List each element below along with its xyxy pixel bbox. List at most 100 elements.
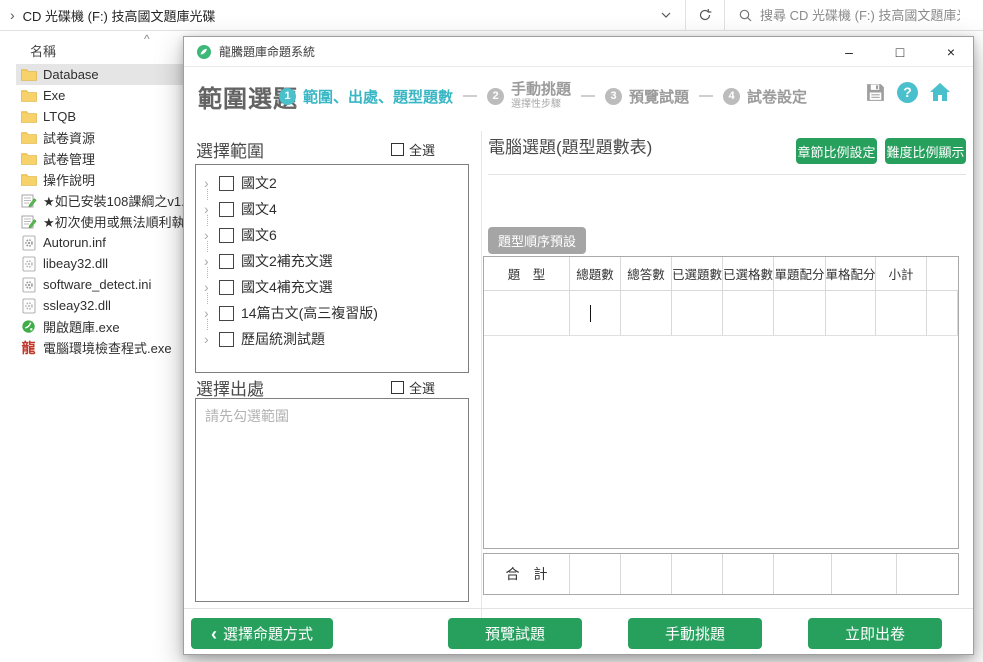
file-row[interactable]: 試卷管理 <box>16 148 183 169</box>
step-4-badge[interactable]: 4 <box>723 88 740 105</box>
file-row[interactable]: ★初次使用或無法順利執行 <box>16 211 183 232</box>
file-row[interactable]: libeay32.dll <box>16 253 183 274</box>
table-header-row: 題 型 總題數 總答數 已選題數 已選格數 單題配分 單格配分 小計 <box>484 257 958 291</box>
tree-item[interactable]: › 國文2 <box>204 173 277 193</box>
difficulty-ratio-button[interactable]: 難度比例顯示 <box>885 138 966 164</box>
cell-total-answers[interactable] <box>621 291 672 335</box>
checkbox-icon[interactable] <box>219 202 234 217</box>
maximize-button[interactable]: □ <box>878 37 922 67</box>
chevron-right-icon[interactable]: › <box>204 175 212 191</box>
cell-empty[interactable] <box>927 291 958 335</box>
file-row[interactable]: 操作說明 <box>16 169 183 190</box>
file-row[interactable]: Autorun.inf <box>16 232 183 253</box>
tree-item-label: 國文2 <box>241 173 277 193</box>
search-box[interactable] <box>725 0 983 30</box>
cell-selected-blanks[interactable] <box>723 291 774 335</box>
column-header-name[interactable]: 名稱 <box>30 41 56 60</box>
checkbox-icon[interactable] <box>219 280 234 295</box>
manual-pick-button[interactable]: 手動挑題 <box>628 618 762 649</box>
chevron-right-icon[interactable]: › <box>204 253 212 269</box>
refresh-button[interactable] <box>686 0 724 30</box>
chevron-right-icon[interactable]: › <box>204 227 212 243</box>
step-2-badge[interactable]: 2 <box>487 88 504 105</box>
source-select-all[interactable]: 全選 <box>391 378 435 397</box>
file-row[interactable]: software_detect.ini <box>16 274 183 295</box>
tree-item-label: 歷屆統測試題 <box>241 329 325 349</box>
file-name: Autorun.inf <box>43 235 106 250</box>
table-data-row[interactable] <box>484 291 958 336</box>
checkbox-icon[interactable] <box>219 228 234 243</box>
cell-total-questions[interactable] <box>570 291 621 335</box>
folder-icon <box>20 67 37 83</box>
tree-item[interactable]: › 國文4補充文選 <box>204 277 333 297</box>
file-row[interactable]: LTQB <box>16 106 183 127</box>
file-name: libeay32.dll <box>43 256 108 271</box>
file-row[interactable]: Database <box>16 64 183 85</box>
question-order-badge[interactable]: 題型順序預設 <box>488 227 586 254</box>
step-1-label[interactable]: 範圍、出處、題型題數 <box>303 86 453 107</box>
tree-item-label: 14篇古文(高三複習版) <box>241 303 378 323</box>
cell-subtotal[interactable] <box>876 291 927 335</box>
cell-selected-questions[interactable] <box>672 291 723 335</box>
search-input[interactable] <box>760 8 960 23</box>
range-tree-box: › 國文2 › 國文4 › 國文6 › 國文2補充文選 <box>195 164 469 373</box>
cell-points-per-question[interactable] <box>774 291 826 335</box>
file-row[interactable]: ssleay32.dll <box>16 295 183 316</box>
checkbox-icon[interactable] <box>219 306 234 321</box>
step-3-label[interactable]: 預覽試題 <box>629 86 689 107</box>
file-row[interactable]: 試卷資源 <box>16 127 183 148</box>
checkbox-icon[interactable] <box>219 254 234 269</box>
save-icon <box>865 82 886 103</box>
tree-item[interactable]: › 國文6 <box>204 225 277 245</box>
preview-questions-button[interactable]: 預覽試題 <box>448 618 582 649</box>
checkbox-icon[interactable] <box>391 381 404 394</box>
folder-icon <box>20 172 37 188</box>
cell-points-per-blank[interactable] <box>826 291 876 335</box>
sort-ascending-icon[interactable]: ^ <box>144 32 150 46</box>
generate-paper-button[interactable]: 立即出卷 <box>808 618 942 649</box>
tree-item[interactable]: › 國文4 <box>204 199 277 219</box>
address-dropdown-button[interactable] <box>647 0 685 30</box>
tree-item[interactable]: › 國文2補充文選 <box>204 251 333 271</box>
checkbox-icon[interactable] <box>391 143 404 156</box>
step-4-label[interactable]: 試卷設定 <box>747 86 807 107</box>
file-name: 試卷資源 <box>43 128 95 147</box>
close-button[interactable]: × <box>929 37 973 67</box>
breadcrumb[interactable]: CD 光碟機 (F:) 技高國文題庫光碟 <box>23 6 216 25</box>
checkbox-icon[interactable] <box>219 176 234 191</box>
file-row[interactable]: 開啟題庫.exe <box>16 316 183 337</box>
tree-item[interactable]: › 歷屆統測試題 <box>204 329 325 349</box>
chevron-right-icon[interactable]: › <box>204 305 212 321</box>
app-title-bar[interactable]: 龍騰題庫命題系統 – □ × <box>184 37 973 67</box>
back-button[interactable]: ‹ 選擇命題方式 <box>191 618 333 649</box>
file-name: software_detect.ini <box>43 277 151 292</box>
file-row[interactable]: 龍 電腦環境檢查程式.exe <box>16 337 183 358</box>
file-row[interactable]: Exe <box>16 85 183 106</box>
totals-cell <box>723 554 774 594</box>
home-icon <box>929 82 951 102</box>
dll-file-icon <box>20 256 37 272</box>
step-3-badge[interactable]: 3 <box>605 88 622 105</box>
chapter-ratio-button[interactable]: 章節比例設定 <box>796 138 877 164</box>
chevron-right-icon[interactable]: › <box>204 279 212 295</box>
step-separator <box>463 95 477 97</box>
home-button[interactable] <box>929 81 951 103</box>
tree-item[interactable]: › 14篇古文(高三複習版) <box>204 303 378 323</box>
range-select-all[interactable]: 全選 <box>391 140 435 159</box>
folder-icon <box>20 130 37 146</box>
header-points-per-blank: 單格配分 <box>826 257 876 290</box>
minimize-button[interactable]: – <box>827 37 871 67</box>
dragon-app-icon: 龍 <box>20 340 37 356</box>
header-question-type: 題 型 <box>484 257 570 290</box>
help-button[interactable]: ? <box>897 82 918 103</box>
breadcrumb-chevron-icon[interactable]: › <box>0 7 23 23</box>
chevron-right-icon[interactable]: › <box>204 331 212 347</box>
save-button[interactable] <box>864 81 886 103</box>
file-row[interactable]: ★如已安裝108課綱之v1.( <box>16 190 183 211</box>
step-2-label[interactable]: 手動挑題 <box>511 82 571 99</box>
step-1-badge[interactable]: 1 <box>279 88 296 105</box>
source-list-box[interactable]: 請先勾選範圍 <box>195 398 469 602</box>
cell-question-type[interactable] <box>484 291 570 335</box>
chevron-right-icon[interactable]: › <box>204 201 212 217</box>
checkbox-icon[interactable] <box>219 332 234 347</box>
